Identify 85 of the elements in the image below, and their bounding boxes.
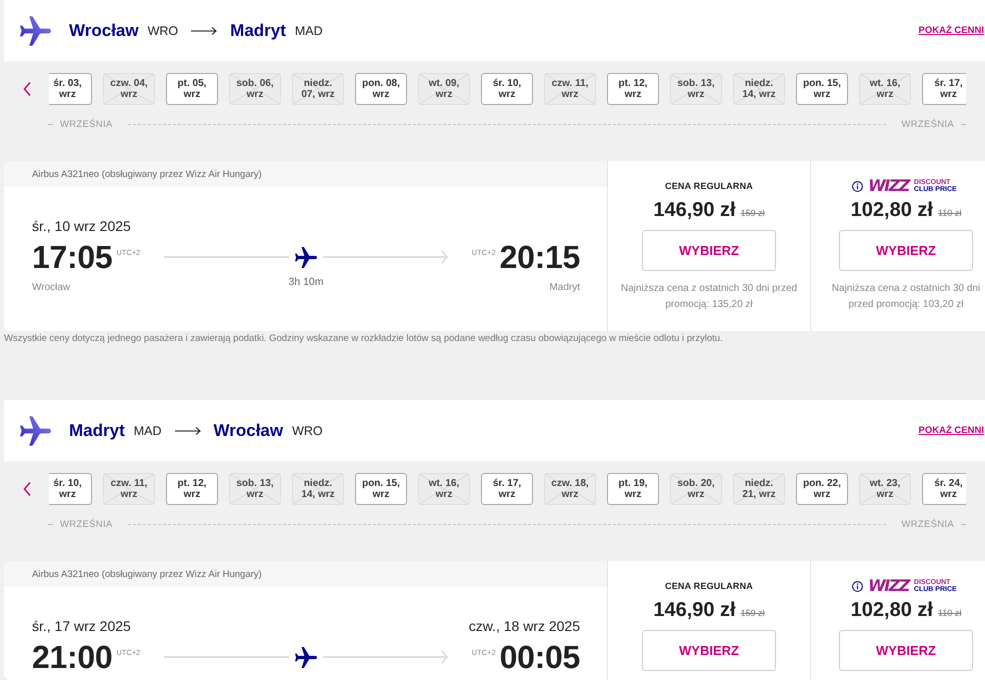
arrival-time: 00:05 [500, 639, 580, 675]
flight-date: czw., 18 wrz 2025 [468, 617, 580, 635]
date-tile[interactable]: czw. 18, wrz [544, 473, 596, 505]
price-list-link[interactable]: POKAŻ CENNI [918, 25, 984, 36]
date-tile[interactable]: czw. 04, wrz [103, 73, 155, 105]
aircraft-info: Airbus A321neo (obsługiwany przez Wizz Air Hungary) [4, 161, 607, 187]
airport-code: WRO [292, 424, 323, 438]
flight-date: śr., 17 wrz 2025 [32, 617, 131, 635]
info-icon[interactable] [852, 180, 864, 192]
logo-wordmark: WIZZ [868, 177, 909, 195]
date-tile[interactable]: śr. 24, wrz [922, 473, 966, 505]
old-price: 159 zł [740, 608, 765, 618]
arrival-time: 20:15 [500, 239, 580, 275]
old-price: 110 zł [938, 608, 962, 618]
date-tile[interactable]: niedz. 14, wrz [733, 73, 785, 105]
departure-time: 17:05 [32, 239, 112, 275]
price-note: Najniższa cena z ostatnich 30 dni przed promocją: 135,20 zł [620, 282, 798, 312]
route-city: Madryt [230, 20, 286, 40]
date-tile[interactable]: wt. 23, wrz [859, 473, 911, 505]
city-label: Wrocław [32, 282, 70, 293]
date-tile[interactable]: wt. 09, wrz [418, 73, 470, 105]
date-tile[interactable]: niedz. 14, wrz [292, 473, 344, 505]
select-button[interactable]: WYBIERZ [839, 230, 973, 271]
date-tile[interactable]: pon. 15, wrz [796, 73, 848, 105]
price-list-link[interactable]: POKAŻ CENNI [918, 425, 984, 436]
month-label: WRZEŚNIA [60, 118, 113, 130]
date-tile[interactable]: śr. 10, wrz [49, 473, 92, 505]
fare-label: CENA REGULARNA [665, 581, 753, 591]
price: 102,80 zł [850, 598, 933, 623]
date-tile[interactable]: pt. 12, wrz [166, 473, 218, 505]
logo-wordmark: WIZZ [868, 577, 909, 595]
info-icon[interactable] [852, 580, 864, 592]
price: 102,80 zł [850, 198, 933, 223]
aircraft-info: Airbus A321neo (obsługiwany przez Wizz Air Hungary) [4, 561, 607, 587]
airplane-icon [20, 416, 51, 446]
date-tile[interactable]: pt. 12, wrz [607, 73, 659, 105]
arrow-icon [191, 26, 218, 36]
select-button[interactable]: WYBIERZ [642, 230, 776, 271]
select-button[interactable]: WYBIERZ [642, 630, 776, 671]
date-tile[interactable]: pon. 22, wrz [796, 473, 848, 505]
date-tile[interactable]: sob. 06, wrz [229, 73, 281, 105]
airplane-icon [20, 16, 51, 46]
arrow-icon [174, 426, 201, 436]
date-tile[interactable]: pon. 15, wrz [355, 473, 407, 505]
date-tile[interactable]: niedz. 21, wrz [733, 473, 785, 505]
date-tile[interactable]: wt. 16, wrz [859, 73, 911, 105]
date-tile[interactable]: pt. 19, wrz [607, 473, 659, 505]
select-button[interactable]: WYBIERZ [839, 630, 973, 671]
date-tile[interactable]: czw. 11, wrz [544, 73, 596, 105]
departure-time: 21:00 [32, 639, 112, 675]
chevron-left-icon[interactable] [22, 81, 32, 97]
chevron-left-icon[interactable] [22, 481, 32, 497]
month-label: WRZEŚNIA [60, 518, 113, 530]
route-city: Madryt [69, 420, 125, 440]
date-tile[interactable]: pon. 08, wrz [355, 73, 407, 105]
date-tile[interactable]: śr. 03, wrz [49, 73, 92, 105]
date-tile[interactable]: czw. 11, wrz [103, 473, 155, 505]
date-tile[interactable]: sob. 20, wrz [670, 473, 722, 505]
price: 146,90 zł [653, 198, 736, 223]
date-tile[interactable]: śr. 17, wrz [481, 473, 533, 505]
fare-label: CENA REGULARNA [665, 181, 753, 191]
route-city: Wrocław [69, 20, 139, 40]
footnote: Wszystkie ceny dotyczą jednego pasażera i zawierają podatki. Godziny wskazane w rozkładzie lotów są podane według czasu obowiązującego w mieście odlotu i przylotu. [4, 333, 724, 345]
city-label: Madryt [549, 282, 580, 293]
airport-code: MAD [134, 424, 162, 438]
old-price: 159 zł [740, 208, 765, 218]
airplane-icon [295, 646, 317, 668]
flight-date: śr., 10 wrz 2025 [32, 217, 131, 235]
airport-code: WRO [148, 24, 178, 38]
old-price: 110 zł [938, 208, 962, 218]
date-tile[interactable]: śr. 10, wrz [481, 73, 533, 105]
date-tile[interactable]: sob. 13, wrz [229, 473, 281, 505]
airport-code: MAD [294, 24, 323, 38]
month-label: WRZEŚNIA [901, 118, 954, 130]
month-label: WRZEŚNIA [901, 518, 954, 530]
price-note: Najniższa cena z ostatnich 30 dni przed promocją: 103,20 zł [830, 282, 982, 312]
date-tile[interactable]: śr. 17, wrz [922, 73, 966, 105]
date-tile[interactable]: sob. 13, wrz [670, 73, 722, 105]
date-tile[interactable]: pt. 05, wrz [166, 73, 218, 105]
date-tile[interactable]: wt. 16, wrz [418, 473, 470, 505]
price: 146,90 zł [653, 598, 736, 623]
date-tile[interactable]: niedz. 07, wrz [292, 73, 344, 105]
route-city: Wrocław [214, 420, 284, 440]
duration-label: 3h 10m [288, 276, 324, 288]
airplane-icon [295, 246, 317, 268]
